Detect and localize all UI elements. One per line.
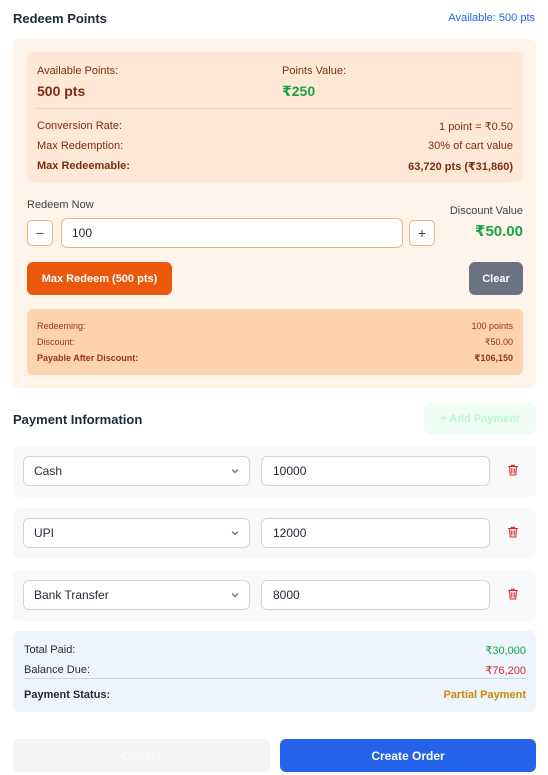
redeeming-label: Redeeming: — [37, 321, 86, 331]
payment-status-value: Partial Payment — [443, 689, 526, 701]
trash-icon[interactable] — [506, 587, 520, 601]
trash-icon[interactable] — [506, 525, 520, 539]
clear-button[interactable]: Clear — [469, 262, 523, 295]
decrement-button[interactable]: − — [27, 220, 53, 246]
discount-value-amount: ₹50.00 — [475, 223, 523, 240]
add-payment-button[interactable]: + Add Payment — [424, 403, 536, 435]
redeem-now-label: Redeem Now — [27, 199, 94, 211]
total-paid-value: ₹30,000 — [485, 645, 526, 657]
max-redeem-button[interactable]: Max Redeem (500 pts) — [27, 262, 172, 295]
payment-method-value: UPI — [34, 526, 55, 540]
available-points-link[interactable]: Available: 500 pts — [448, 12, 535, 24]
payment-method-select[interactable]: Cash — [23, 456, 250, 486]
payable-after-discount-label: Payable After Discount: — [37, 353, 139, 363]
payment-amount-input[interactable]: 10000 — [261, 456, 490, 486]
summary-divider — [37, 108, 513, 109]
chevron-down-icon — [231, 593, 239, 598]
max-redemption-label: Max Redemption: — [37, 140, 124, 152]
max-redeemable-value: 63,720 pts (₹31,860) — [408, 161, 513, 173]
available-points-value: 500 pts — [37, 83, 86, 99]
payment-information-title: Payment Information — [13, 412, 143, 427]
available-points-label: Available Points: — [37, 65, 119, 77]
payable-after-discount-value: ₹106,150 — [474, 353, 513, 363]
chevron-down-icon — [231, 469, 239, 474]
payment-method-value: Cash — [34, 464, 63, 478]
total-paid-label: Total Paid: — [24, 644, 76, 656]
totals-divider — [24, 678, 526, 679]
discount-value-label: Discount Value — [449, 205, 523, 217]
cancel-button[interactable]: Cancel — [13, 739, 270, 772]
max-redemption-value: 30% of cart value — [428, 140, 513, 152]
redeem-points-title: Redeem Points — [13, 11, 107, 26]
payment-amount-input[interactable]: 12000 — [261, 518, 490, 548]
create-order-button[interactable]: Create Order — [280, 739, 536, 772]
conversion-rate-value: 1 point = ₹0.50 — [439, 121, 513, 133]
payment-amount-input[interactable]: 8000 — [261, 580, 490, 610]
redeem-points-input[interactable]: 100 — [61, 218, 403, 248]
discount-value: ₹50.00 — [484, 337, 513, 347]
points-value-label: Points Value: — [282, 65, 347, 77]
balance-due-label: Balance Due: — [24, 664, 91, 676]
payment-method-select[interactable]: Bank Transfer — [23, 580, 250, 610]
balance-due-value: ₹76,200 — [485, 665, 526, 677]
chevron-down-icon — [231, 531, 239, 536]
discount-label: Discount: — [37, 337, 75, 347]
max-redeemable-label: Max Redeemable: — [37, 160, 130, 172]
conversion-rate-label: Conversion Rate: — [37, 120, 122, 132]
redeeming-value: 100 points — [471, 321, 513, 331]
trash-icon[interactable] — [506, 463, 520, 477]
payment-method-value: Bank Transfer — [34, 588, 109, 602]
redemption-calculation-box — [27, 309, 523, 375]
payment-method-select[interactable]: UPI — [23, 518, 250, 548]
payment-status-label: Payment Status: — [24, 689, 111, 701]
increment-button[interactable]: + — [409, 220, 435, 246]
points-value-amount: ₹250 — [282, 83, 316, 99]
